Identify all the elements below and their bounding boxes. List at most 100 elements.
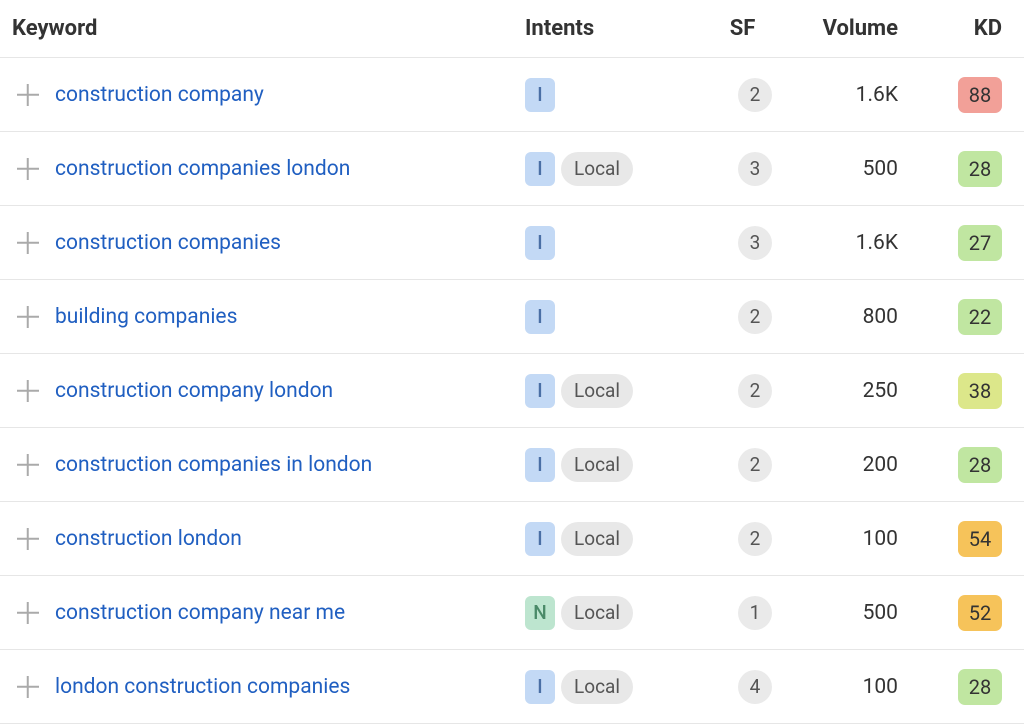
keyword-cell: construction company — [55, 83, 525, 107]
sf-badge[interactable]: 3 — [738, 152, 772, 186]
kd-badge[interactable]: 27 — [958, 225, 1002, 261]
expand-cell — [0, 232, 55, 254]
plus-icon[interactable] — [17, 158, 39, 180]
sf-cell: 2 — [705, 78, 780, 112]
kd-cell: 28 — [920, 447, 1020, 483]
intents-cell: ILocal — [525, 374, 705, 408]
local-badge[interactable]: Local — [561, 152, 633, 186]
plus-icon[interactable] — [17, 454, 39, 476]
intent-badge[interactable]: I — [525, 152, 555, 186]
sf-badge[interactable]: 2 — [738, 78, 772, 112]
keyword-link[interactable]: construction companies in london — [55, 453, 372, 477]
intents-cell: I — [525, 300, 705, 334]
local-badge[interactable]: Local — [561, 448, 633, 482]
volume-cell: 800 — [780, 305, 920, 329]
plus-icon[interactable] — [17, 528, 39, 550]
intent-badge[interactable]: I — [525, 670, 555, 704]
kd-badge[interactable]: 28 — [958, 151, 1002, 187]
expand-cell — [0, 306, 55, 328]
keyword-table: Keyword Intents SF Volume KD constructio… — [0, 0, 1024, 724]
expand-cell — [0, 84, 55, 106]
sf-badge[interactable]: 2 — [738, 448, 772, 482]
keyword-link[interactable]: construction companies — [55, 231, 281, 255]
column-header-keyword[interactable]: Keyword — [0, 16, 525, 41]
plus-icon[interactable] — [17, 84, 39, 106]
kd-cell: 28 — [920, 151, 1020, 187]
intent-badge[interactable]: I — [525, 448, 555, 482]
intents-cell: ILocal — [525, 522, 705, 556]
local-badge[interactable]: Local — [561, 596, 633, 630]
keyword-link[interactable]: construction london — [55, 527, 242, 551]
column-header-kd[interactable]: KD — [920, 16, 1020, 41]
column-header-sf[interactable]: SF — [705, 16, 780, 41]
sf-cell: 2 — [705, 522, 780, 556]
expand-cell — [0, 676, 55, 698]
sf-badge[interactable]: 2 — [738, 374, 772, 408]
sf-badge[interactable]: 4 — [738, 670, 772, 704]
sf-badge[interactable]: 3 — [738, 226, 772, 260]
plus-icon[interactable] — [17, 232, 39, 254]
table-row: construction companies in londonILocal22… — [0, 428, 1024, 502]
kd-badge[interactable]: 22 — [958, 299, 1002, 335]
kd-badge[interactable]: 88 — [958, 77, 1002, 113]
plus-icon[interactable] — [17, 676, 39, 698]
local-badge[interactable]: Local — [561, 374, 633, 408]
volume-cell: 100 — [780, 527, 920, 551]
column-header-intents[interactable]: Intents — [525, 16, 705, 41]
local-badge[interactable]: Local — [561, 670, 633, 704]
intent-badge[interactable]: I — [525, 300, 555, 334]
intent-badge[interactable]: I — [525, 374, 555, 408]
kd-badge[interactable]: 52 — [958, 595, 1002, 631]
intents-cell: ILocal — [525, 448, 705, 482]
kd-cell: 22 — [920, 299, 1020, 335]
intent-badge[interactable]: I — [525, 78, 555, 112]
expand-cell — [0, 158, 55, 180]
plus-icon[interactable] — [17, 380, 39, 402]
table-row: construction company londonILocal225038 — [0, 354, 1024, 428]
plus-icon[interactable] — [17, 306, 39, 328]
volume-cell: 500 — [780, 601, 920, 625]
keyword-cell: construction company london — [55, 379, 525, 403]
sf-cell: 3 — [705, 152, 780, 186]
volume-cell: 100 — [780, 675, 920, 699]
sf-cell: 2 — [705, 448, 780, 482]
expand-cell — [0, 602, 55, 624]
sf-cell: 4 — [705, 670, 780, 704]
kd-badge[interactable]: 38 — [958, 373, 1002, 409]
volume-cell: 1.6K — [780, 231, 920, 255]
kd-cell: 88 — [920, 77, 1020, 113]
sf-cell: 1 — [705, 596, 780, 630]
table-row: construction companyI21.6K88 — [0, 58, 1024, 132]
intent-badge[interactable]: N — [525, 596, 555, 630]
local-badge[interactable]: Local — [561, 522, 633, 556]
volume-cell: 500 — [780, 157, 920, 181]
plus-icon[interactable] — [17, 602, 39, 624]
keyword-cell: construction companies — [55, 231, 525, 255]
column-header-volume[interactable]: Volume — [780, 16, 920, 41]
keyword-cell: construction company near me — [55, 601, 525, 625]
table-row: construction company near me NLocal 1 500 52 — [0, 576, 1024, 650]
kd-badge[interactable]: 54 — [958, 521, 1002, 557]
table-header-row: Keyword Intents SF Volume KD — [0, 0, 1024, 58]
sf-badge[interactable]: 2 — [738, 522, 772, 556]
keyword-link[interactable]: construction company — [55, 83, 264, 107]
keyword-link[interactable]: construction company london — [55, 379, 333, 403]
keyword-link[interactable]: building companies — [55, 305, 237, 329]
sf-cell: 3 — [705, 226, 780, 260]
keyword-link[interactable]: construction company near me — [55, 601, 345, 625]
keyword-cell: construction london — [55, 527, 525, 551]
sf-cell: 2 — [705, 374, 780, 408]
sf-cell: 2 — [705, 300, 780, 334]
kd-cell: 28 — [920, 669, 1020, 705]
volume-cell: 200 — [780, 453, 920, 477]
kd-cell: 27 — [920, 225, 1020, 261]
kd-badge[interactable]: 28 — [958, 669, 1002, 705]
intent-badge[interactable]: I — [525, 522, 555, 556]
intent-badge[interactable]: I — [525, 226, 555, 260]
kd-badge[interactable]: 28 — [958, 447, 1002, 483]
sf-badge[interactable]: 2 — [738, 300, 772, 334]
keyword-link[interactable]: construction companies london — [55, 157, 350, 181]
sf-badge[interactable]: 1 — [738, 596, 772, 630]
keyword-link[interactable]: london construction companies — [55, 675, 350, 699]
keyword-cell: construction companies london — [55, 157, 525, 181]
